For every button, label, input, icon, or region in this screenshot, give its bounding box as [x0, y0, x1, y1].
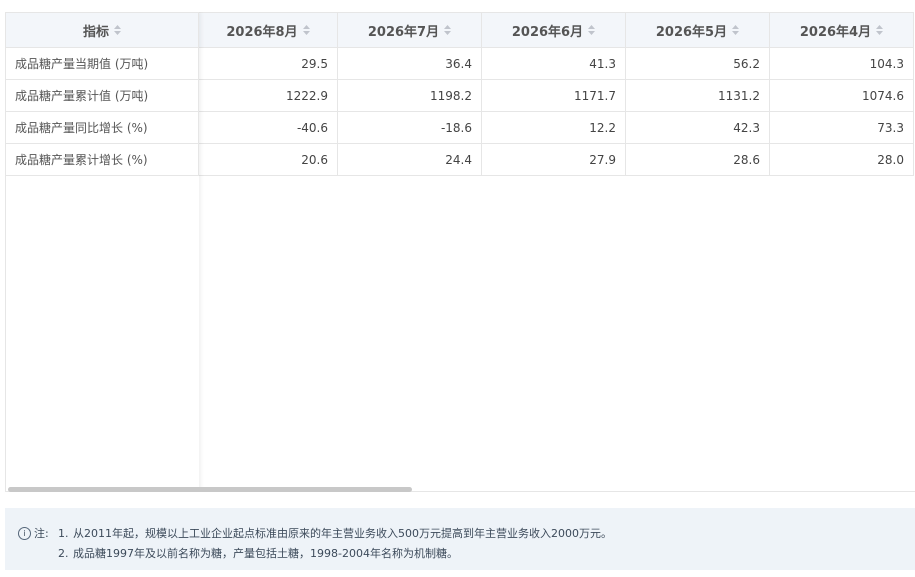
- sort-icon[interactable]: [302, 25, 310, 35]
- table-cell: -40.6: [199, 112, 338, 144]
- note-text: 成品糖1997年及以前名称为糖，产量包括土糖，1998-2004年名称为机制糖。: [73, 547, 458, 560]
- data-table: 指标 成品糖产量当期值 (万吨) 成品糖产量累计值 (万吨) 成品糖产量同比增长…: [5, 12, 915, 492]
- table-cell: 27.9: [482, 144, 626, 176]
- sort-icon[interactable]: [732, 25, 740, 35]
- table-cell: 56.2: [626, 48, 770, 80]
- note-item: 2. 成品糖1997年及以前名称为糖，产量包括土糖，1998-2004年名称为机…: [18, 543, 915, 563]
- horizontal-scrollbar[interactable]: [8, 487, 412, 492]
- table-cell: 12.2: [482, 112, 626, 144]
- table-cell: 1131.2: [626, 80, 770, 112]
- row-label: 成品糖产量累计增长 (%): [6, 144, 199, 176]
- column-header[interactable]: 2026年8月: [199, 12, 338, 48]
- notes-prefix-label: 注:: [34, 527, 49, 540]
- table-cell: 73.3: [770, 112, 914, 144]
- column-header[interactable]: 2026年6月: [482, 12, 626, 48]
- column-header-label: 2026年7月: [367, 24, 440, 40]
- column-header[interactable]: 2026年7月: [338, 12, 482, 48]
- column-header-label: 2026年5月: [655, 24, 728, 40]
- index-header[interactable]: 指标: [6, 12, 199, 48]
- sort-icon[interactable]: [588, 25, 596, 35]
- column-header[interactable]: 2026年4月: [770, 12, 914, 48]
- table-cell: 104.3: [770, 48, 914, 80]
- column-header[interactable]: 2026年5月: [626, 12, 770, 48]
- table-cell: 36.4: [338, 48, 482, 80]
- column-header-label: 2026年8月: [226, 24, 298, 40]
- sort-icon[interactable]: [114, 25, 121, 35]
- notes-panel: i 注: 1. 从2011年起，规模以上工业企业起点标准由原来的年主营业务收入5…: [5, 508, 915, 570]
- table-cell: 1222.9: [199, 80, 338, 112]
- column-header-label: 2026年4月: [799, 24, 872, 40]
- info-circle-icon: i: [18, 526, 31, 540]
- table-cell: 28.0: [770, 144, 914, 176]
- table-cell: 28.6: [626, 144, 770, 176]
- table-cell: 42.3: [626, 112, 770, 144]
- table-cell: 1074.6: [770, 80, 914, 112]
- note-item: i 注: 1. 从2011年起，规模以上工业企业起点标准由原来的年主营业务收入5…: [18, 523, 915, 543]
- table-cell: 29.5: [199, 48, 338, 80]
- note-number: 1.: [58, 526, 69, 540]
- column-header-label: 2026年6月: [511, 24, 584, 40]
- row-label: 成品糖产量同比增长 (%): [6, 112, 199, 144]
- index-header-label: 指标: [82, 24, 109, 40]
- sort-icon[interactable]: [876, 25, 884, 35]
- notes-prefix: i 注:: [18, 525, 58, 541]
- table-cell: 1198.2: [338, 80, 482, 112]
- table-cell: 20.6: [199, 144, 338, 176]
- note-number: 2.: [58, 546, 69, 560]
- table-cell: 1171.7: [482, 80, 626, 112]
- table-cell: 24.4: [338, 144, 482, 176]
- fixed-index-column: 指标 成品糖产量当期值 (万吨) 成品糖产量累计值 (万吨) 成品糖产量同比增长…: [6, 12, 199, 491]
- note-text: 从2011年起，规模以上工业企业起点标准由原来的年主营业务收入500万元提高到年…: [73, 527, 612, 540]
- table-cell: 41.3: [482, 48, 626, 80]
- row-label: 成品糖产量累计值 (万吨): [6, 80, 199, 112]
- table-cell: -18.6: [338, 112, 482, 144]
- sort-icon[interactable]: [444, 25, 452, 35]
- row-label: 成品糖产量当期值 (万吨): [6, 48, 199, 80]
